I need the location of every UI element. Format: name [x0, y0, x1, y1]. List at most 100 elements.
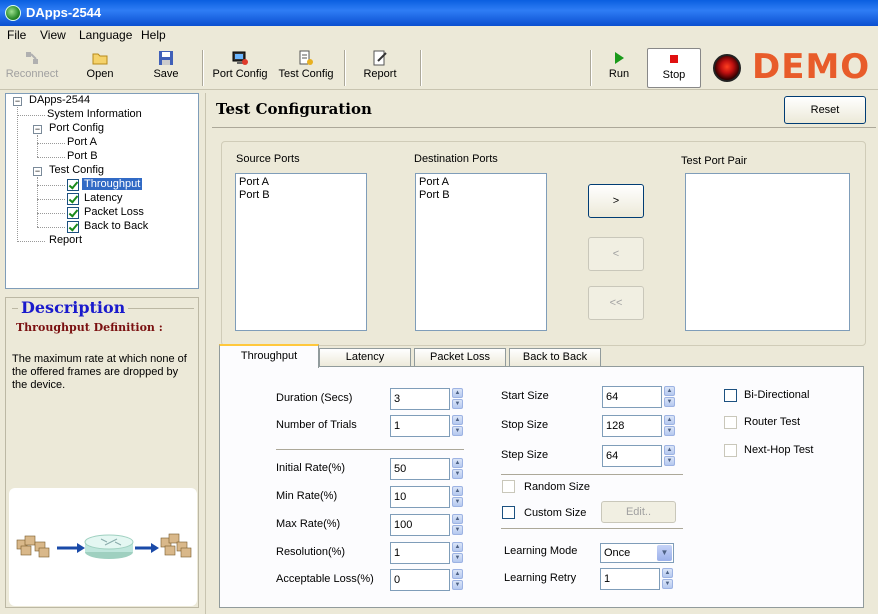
- custom-size-checkbox[interactable]: [502, 506, 515, 519]
- up-arrow-icon[interactable]: ▲: [452, 388, 463, 398]
- down-arrow-icon[interactable]: ▼: [452, 399, 463, 409]
- tree-collapse-icon[interactable]: −: [13, 97, 22, 106]
- menu-help[interactable]: Help: [141, 28, 166, 42]
- step-size-input[interactable]: 64: [602, 445, 662, 467]
- reset-button[interactable]: Reset: [784, 96, 866, 124]
- resolution-input[interactable]: 1: [390, 542, 450, 564]
- open-button[interactable]: Open: [78, 48, 122, 88]
- back-to-back-checkbox[interactable]: [67, 221, 79, 233]
- router-test-checkbox[interactable]: [724, 416, 737, 429]
- chevron-down-icon[interactable]: ▼: [657, 545, 672, 561]
- tab-latency[interactable]: Latency: [319, 348, 411, 367]
- resolution-spinner[interactable]: ▲ ▼: [452, 542, 463, 564]
- acceptable-loss-input[interactable]: 0: [390, 569, 450, 591]
- source-ports-list[interactable]: Port A Port B: [235, 173, 367, 331]
- start-size-spinner[interactable]: ▲ ▼: [664, 386, 675, 408]
- up-arrow-icon[interactable]: ▲: [664, 386, 675, 396]
- resolution-label: Resolution(%): [276, 546, 346, 558]
- save-button[interactable]: Save: [146, 48, 186, 88]
- down-arrow-icon[interactable]: ▼: [664, 397, 675, 407]
- step-size-spinner[interactable]: ▲ ▼: [664, 445, 675, 467]
- port-config-label: Port Config: [212, 68, 268, 80]
- max-rate-spinner[interactable]: ▲ ▼: [452, 514, 463, 536]
- up-arrow-icon[interactable]: ▲: [452, 486, 463, 496]
- remove-pair-button[interactable]: <: [588, 237, 644, 271]
- tree-item-root[interactable]: DApps-2544: [29, 94, 90, 106]
- tree-collapse-icon[interactable]: −: [33, 125, 42, 134]
- list-item[interactable]: Port A: [419, 176, 543, 189]
- tree-item-latency[interactable]: Latency: [84, 192, 123, 204]
- tree-item-packet-loss[interactable]: Packet Loss: [84, 206, 144, 218]
- list-item[interactable]: Port B: [419, 189, 543, 202]
- nexthop-test-checkbox[interactable]: [724, 444, 737, 457]
- down-arrow-icon[interactable]: ▼: [452, 426, 463, 436]
- tree-item-system-information[interactable]: System Information: [47, 108, 142, 120]
- learning-mode-value: Once: [604, 547, 631, 559]
- min-rate-input[interactable]: 10: [390, 486, 450, 508]
- menu-view[interactable]: View: [40, 28, 66, 42]
- stop-button[interactable]: Stop: [647, 48, 701, 88]
- tab-throughput[interactable]: Throughput: [219, 344, 319, 368]
- up-arrow-icon[interactable]: ▲: [452, 458, 463, 468]
- tree-item-back-to-back[interactable]: Back to Back: [84, 220, 148, 232]
- reconnect-button[interactable]: Reconnect: [3, 48, 61, 88]
- add-pair-button[interactable]: >: [588, 184, 644, 218]
- up-arrow-icon[interactable]: ▲: [452, 415, 463, 425]
- tree-item-throughput[interactable]: Throughput: [82, 178, 143, 190]
- menu-file[interactable]: File: [7, 28, 26, 42]
- throughput-checkbox[interactable]: [67, 179, 79, 191]
- down-arrow-icon[interactable]: ▼: [664, 426, 675, 436]
- down-arrow-icon[interactable]: ▼: [452, 553, 463, 563]
- latency-checkbox[interactable]: [67, 193, 79, 205]
- up-arrow-icon[interactable]: ▲: [452, 514, 463, 524]
- down-arrow-icon[interactable]: ▼: [452, 580, 463, 590]
- tab-back-to-back[interactable]: Back to Back: [509, 348, 601, 367]
- destination-ports-list[interactable]: Port A Port B: [415, 173, 547, 331]
- max-rate-input[interactable]: 100: [390, 514, 450, 536]
- bidirectional-checkbox[interactable]: [724, 389, 737, 402]
- up-arrow-icon[interactable]: ▲: [452, 542, 463, 552]
- up-arrow-icon[interactable]: ▲: [664, 415, 675, 425]
- acceptable-loss-spinner[interactable]: ▲ ▼: [452, 569, 463, 591]
- list-item[interactable]: Port A: [239, 176, 363, 189]
- tree-item-port-a[interactable]: Port A: [67, 136, 97, 148]
- report-button[interactable]: Report: [358, 48, 402, 88]
- initial-rate-spinner[interactable]: ▲ ▼: [452, 458, 463, 480]
- edit-custom-size-button[interactable]: Edit..: [601, 501, 676, 523]
- tree-item-port-b[interactable]: Port B: [67, 150, 98, 162]
- tree-item-port-config[interactable]: Port Config: [49, 122, 104, 134]
- duration-input[interactable]: 3: [390, 388, 450, 410]
- down-arrow-icon[interactable]: ▼: [452, 497, 463, 507]
- learning-retry-input[interactable]: 1: [600, 568, 660, 590]
- trials-spinner[interactable]: ▲ ▼: [452, 415, 463, 437]
- stop-size-input[interactable]: 128: [602, 415, 662, 437]
- stop-size-spinner[interactable]: ▲ ▼: [664, 415, 675, 437]
- run-button[interactable]: Run: [600, 48, 638, 88]
- duration-spinner[interactable]: ▲ ▼: [452, 388, 463, 410]
- test-port-pair-list[interactable]: [685, 173, 850, 331]
- port-config-button[interactable]: Port Config: [209, 48, 271, 88]
- start-size-input[interactable]: 64: [602, 386, 662, 408]
- min-rate-spinner[interactable]: ▲ ▼: [452, 486, 463, 508]
- learning-mode-select[interactable]: Once ▼: [600, 543, 674, 563]
- trials-input[interactable]: 1: [390, 415, 450, 437]
- random-size-checkbox[interactable]: [502, 480, 515, 493]
- remove-all-pairs-button[interactable]: <<: [588, 286, 644, 320]
- down-arrow-icon[interactable]: ▼: [662, 579, 673, 589]
- up-arrow-icon[interactable]: ▲: [452, 569, 463, 579]
- tree-item-report[interactable]: Report: [49, 234, 82, 246]
- tab-packet-loss[interactable]: Packet Loss: [414, 348, 506, 367]
- initial-rate-input[interactable]: 50: [390, 458, 450, 480]
- up-arrow-icon[interactable]: ▲: [662, 568, 673, 578]
- test-config-button[interactable]: Test Config: [274, 48, 338, 88]
- packet-loss-checkbox[interactable]: [67, 207, 79, 219]
- tree-collapse-icon[interactable]: −: [33, 167, 42, 176]
- list-item[interactable]: Port B: [239, 189, 363, 202]
- menu-language[interactable]: Language: [79, 28, 132, 42]
- down-arrow-icon[interactable]: ▼: [664, 456, 675, 466]
- tree-item-test-config[interactable]: Test Config: [49, 164, 104, 176]
- down-arrow-icon[interactable]: ▼: [452, 525, 463, 535]
- down-arrow-icon[interactable]: ▼: [452, 469, 463, 479]
- learning-retry-spinner[interactable]: ▲ ▼: [662, 568, 673, 590]
- up-arrow-icon[interactable]: ▲: [664, 445, 675, 455]
